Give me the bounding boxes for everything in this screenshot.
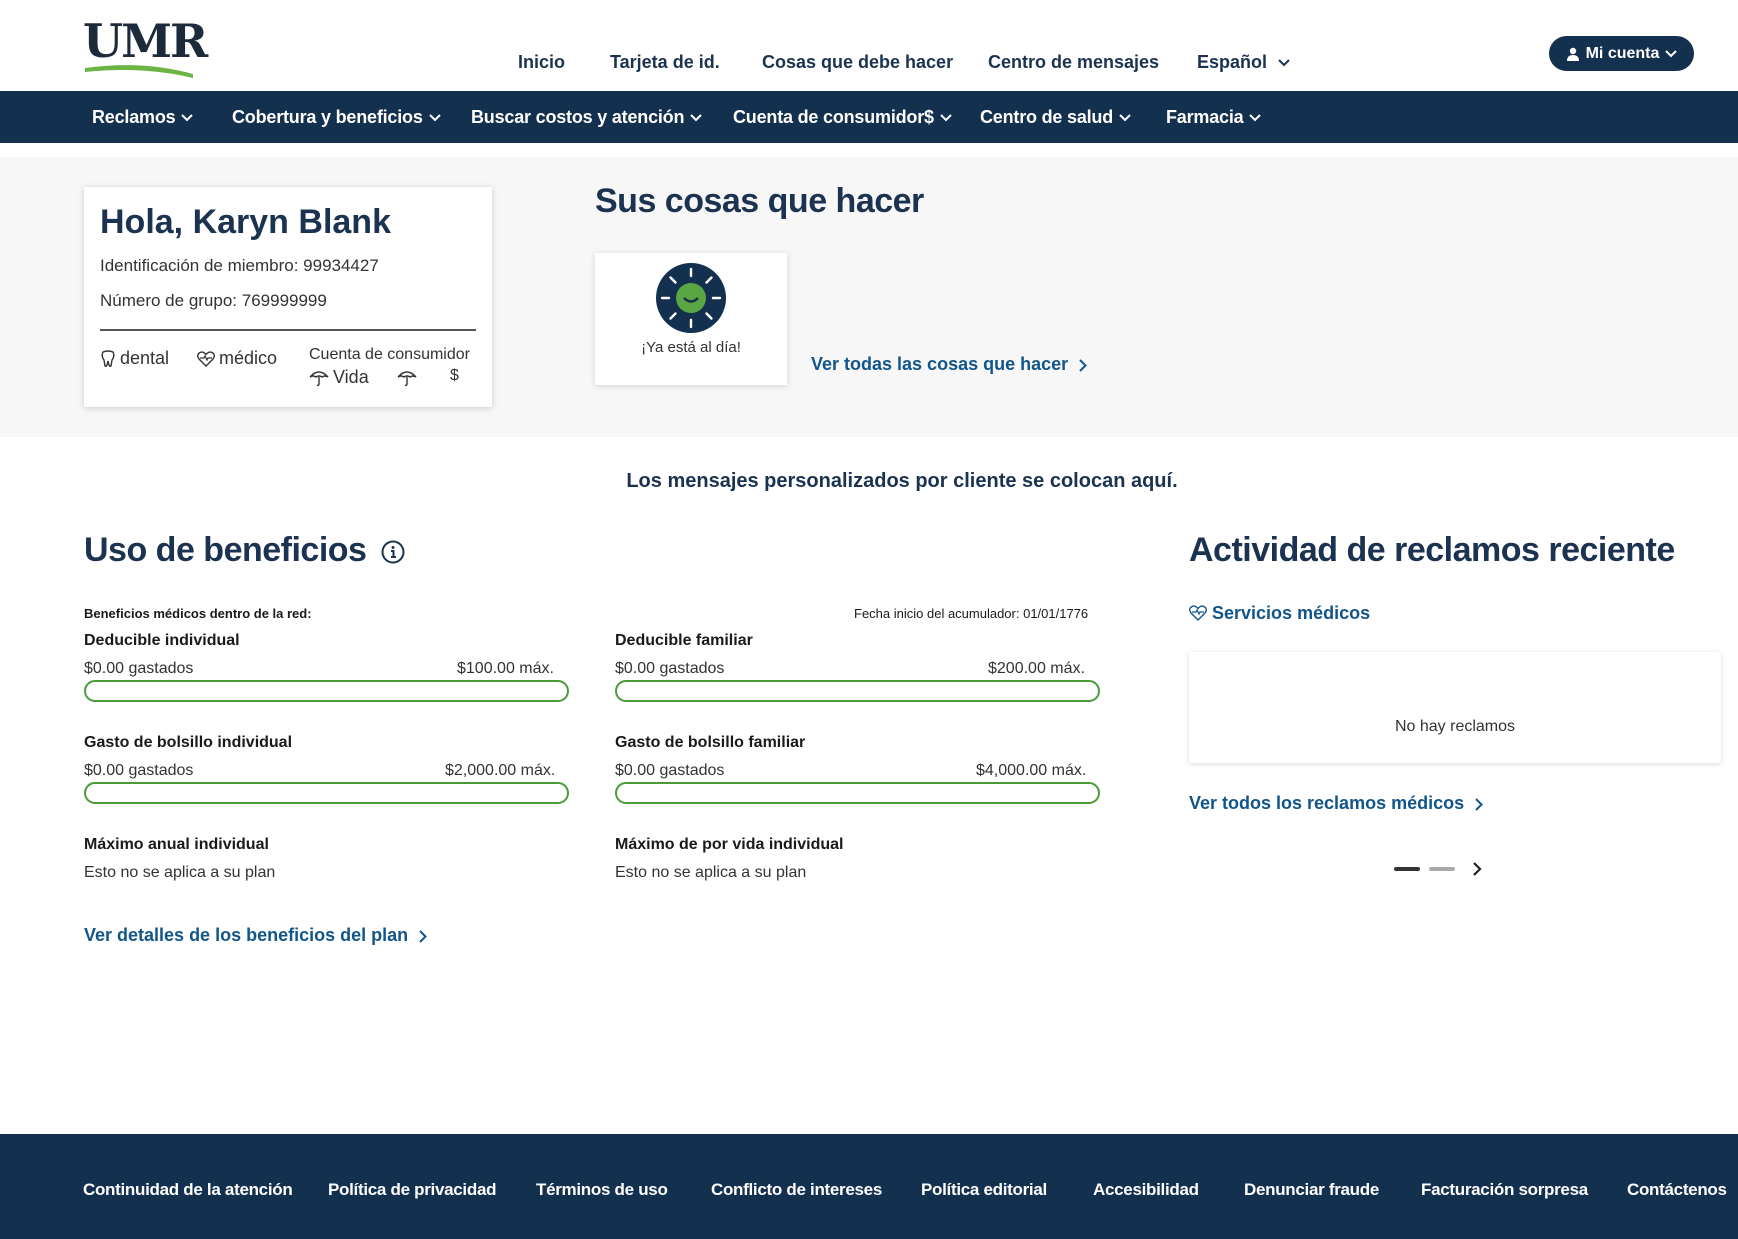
carousel-next-icon[interactable] <box>1472 861 1482 877</box>
mainnav-salud[interactable]: Centro de salud <box>980 91 1131 143</box>
chevron-right-icon <box>1475 798 1484 811</box>
info-icon[interactable] <box>381 540 405 564</box>
client-message-banner: Los mensajes personalizados por cliente … <box>626 470 1178 492</box>
meter-max: $4,000.00 máx. <box>976 762 1087 779</box>
meter-max: $100.00 máx. <box>457 660 554 677</box>
network-label: Beneficios médicos dentro de la red: <box>84 606 312 621</box>
meter-max: $200.00 máx. <box>988 660 1085 677</box>
claims-title: Actividad de reclamos reciente <box>1189 531 1675 569</box>
divider <box>100 329 476 331</box>
coverage-dollar[interactable]: $ <box>450 367 459 385</box>
top-header: UMR Inicio Tarjeta de id. Cosas que debe… <box>0 0 1738 91</box>
claims-list: No hay reclamos <box>1189 652 1721 763</box>
account-label: Mi cuenta <box>1585 44 1660 62</box>
carousel-dot-active[interactable] <box>1394 867 1420 871</box>
footer-link-continuidad[interactable]: Continuidad de la atención <box>83 1180 293 1200</box>
meter-bar <box>615 782 1100 804</box>
logo-swoosh-icon <box>85 65 193 78</box>
meter-spent: $0.00 gastados <box>84 660 194 677</box>
umbrella-icon <box>309 370 329 386</box>
member-id: Identificación de miembro: 99934427 <box>100 256 379 275</box>
meter-spent: $0.00 gastados <box>615 660 725 677</box>
language-label: Español <box>1197 52 1268 72</box>
meter-max: $2,000.00 máx. <box>445 762 556 779</box>
benefits-title: Uso de beneficios <box>84 531 405 570</box>
view-all-todo-link[interactable]: Ver todas las cosas que hacer <box>811 354 1088 375</box>
footer-link-editorial[interactable]: Política editorial <box>921 1180 1047 1200</box>
footer-link-fraude[interactable]: Denunciar fraude <box>1244 1180 1379 1200</box>
footer-link-facturacion[interactable]: Facturación sorpresa <box>1421 1180 1588 1200</box>
coverage-life-2[interactable] <box>397 369 417 387</box>
chevron-down-icon <box>1278 59 1290 67</box>
accumulator-date: Fecha inicio del acumulador: 01/01/1776 <box>854 606 1089 621</box>
chevron-down-icon <box>940 114 952 122</box>
main-nav: Reclamos Cobertura y beneficios Buscar c… <box>0 91 1738 143</box>
mainnav-reclamos[interactable]: Reclamos <box>92 91 194 143</box>
chevron-right-icon <box>1079 359 1088 372</box>
user-icon <box>1566 47 1579 61</box>
footer: Continuidad de la atención Política de p… <box>0 1134 1738 1239</box>
meter-title: Deducible familiar <box>615 632 753 649</box>
annual-max-note: Esto no se aplica a su plan <box>84 864 276 881</box>
todo-card: ¡Ya está al día! <box>595 253 787 385</box>
footer-link-conflicto[interactable]: Conflicto de intereses <box>711 1180 882 1200</box>
claims-empty-message: No hay reclamos <box>1394 718 1516 735</box>
mainnav-cuenta[interactable]: Cuenta de consumidor$ <box>733 91 952 143</box>
topnav-mensajes[interactable]: Centro de mensajes <box>988 52 1159 73</box>
all-claims-link[interactable]: Ver todos los reclamos médicos <box>1189 793 1484 814</box>
heart-pulse-icon <box>197 350 215 367</box>
meter-title: Gasto de bolsillo familiar <box>615 734 806 751</box>
greeting: Hola, Karyn Blank <box>100 203 391 241</box>
carousel-dot[interactable] <box>1429 867 1455 871</box>
topnav-tarjeta[interactable]: Tarjeta de id. <box>610 52 720 73</box>
meter-bar <box>615 680 1100 702</box>
chevron-down-icon <box>1249 114 1262 122</box>
heart-pulse-icon <box>1189 605 1207 621</box>
chevron-down-icon <box>1665 49 1678 57</box>
coverage-medical[interactable]: médico <box>197 348 277 369</box>
mainnav-buscar[interactable]: Buscar costos y atención <box>471 91 702 143</box>
mainnav-farmacia[interactable]: Farmacia <box>1166 91 1262 143</box>
meter-spent: $0.00 gastados <box>615 762 725 779</box>
chevron-down-icon <box>690 114 702 122</box>
member-card: Hola, Karyn Blank Identificación de miem… <box>84 187 492 407</box>
coverage-life[interactable]: Vida <box>309 367 369 388</box>
meter-title: Gasto de bolsillo individual <box>84 734 293 751</box>
account-button[interactable]: Mi cuenta <box>1549 36 1694 71</box>
meter-spent: $0.00 gastados <box>84 762 194 779</box>
group-number: Número de grupo: 769999999 <box>100 291 327 310</box>
footer-link-privacidad[interactable]: Política de privacidad <box>328 1180 496 1200</box>
umr-logo[interactable]: UMR <box>83 18 208 80</box>
meter-bar <box>84 782 569 804</box>
chevron-down-icon <box>428 114 441 122</box>
footer-link-accesibilidad[interactable]: Accesibilidad <box>1093 1180 1199 1200</box>
coverage-consumer[interactable]: Cuenta de consumidor <box>309 346 470 364</box>
lifetime-max-title: Máximo de por vida individual <box>615 836 844 853</box>
sun-smile-icon <box>656 263 726 333</box>
chevron-down-icon <box>181 114 194 122</box>
lifetime-max-note: Esto no se aplica a su plan <box>615 864 807 881</box>
todo-status: ¡Ya está al día! <box>641 339 741 356</box>
umbrella-icon <box>397 371 417 387</box>
topnav-cosas[interactable]: Cosas que debe hacer <box>762 52 953 73</box>
topnav-inicio[interactable]: Inicio <box>518 52 565 73</box>
plan-benefits-link[interactable]: Ver detalles de los beneficios del plan <box>84 925 428 946</box>
tooth-icon <box>101 349 115 367</box>
language-selector[interactable]: Español <box>1197 52 1290 73</box>
coverage-dental[interactable]: dental <box>100 348 169 369</box>
annual-max-title: Máximo anual individual <box>84 836 269 853</box>
footer-link-terminos[interactable]: Términos de uso <box>536 1180 668 1200</box>
todo-title: Sus cosas que hacer <box>595 182 924 220</box>
mainnav-cobertura[interactable]: Cobertura y beneficios <box>232 91 441 143</box>
meter-title: Deducible individual <box>84 632 240 649</box>
claims-tab-medical[interactable]: Servicios médicos <box>1189 603 1370 624</box>
meter-bar <box>84 680 569 702</box>
chevron-right-icon <box>419 930 428 943</box>
chevron-down-icon <box>1119 114 1131 122</box>
footer-link-contacto[interactable]: Contáctenos <box>1627 1180 1727 1200</box>
